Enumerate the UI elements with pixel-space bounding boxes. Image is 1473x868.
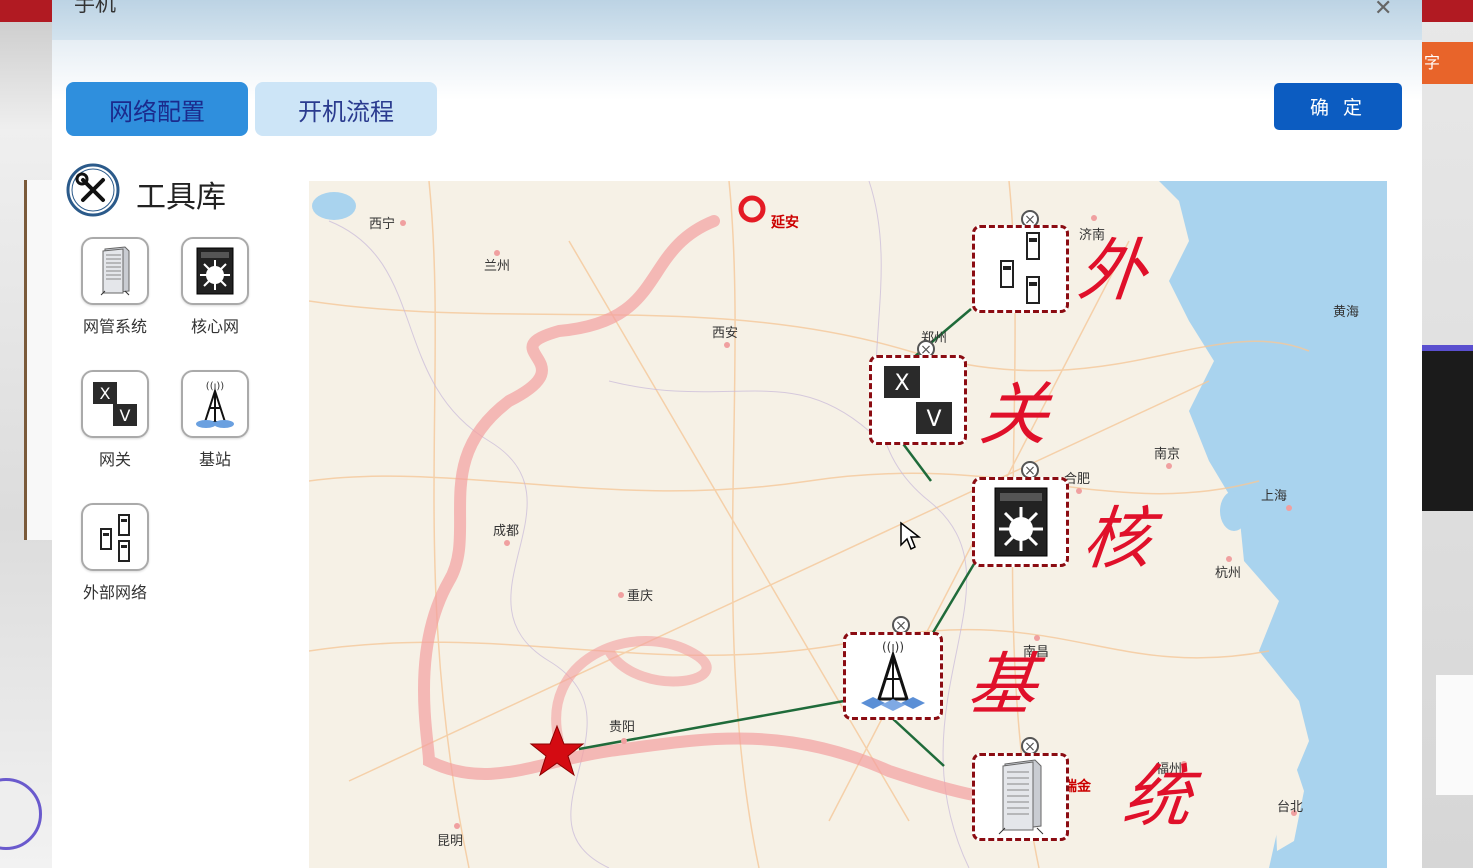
- tab-boot-process[interactable]: 开机流程: [255, 82, 437, 136]
- city-label: 成都: [493, 524, 519, 539]
- city-label: 兰州: [484, 259, 510, 274]
- city-label: 昆明: [437, 834, 463, 849]
- svg-text:X: X: [100, 384, 111, 403]
- city-label: 重庆: [627, 588, 653, 604]
- annotation-base-station: 基: [964, 646, 1041, 725]
- node-external-network[interactable]: [972, 225, 1069, 313]
- tool-network-management[interactable]: 网管系统: [70, 237, 160, 337]
- annotation-gateway: 关: [976, 376, 1053, 455]
- annotation-system: 统: [1119, 758, 1196, 837]
- confirm-button[interactable]: 确 定: [1274, 83, 1402, 130]
- dialog-title: 手机: [74, 0, 116, 16]
- background-banner: [0, 0, 52, 22]
- node-network-management[interactable]: [972, 753, 1069, 841]
- annotation-external: 外: [1074, 232, 1151, 311]
- mouse-cursor-icon: [900, 521, 921, 551]
- annotation-core: 核: [1079, 500, 1156, 579]
- gateway-icon: X V: [884, 366, 952, 434]
- core-network-icon: [181, 237, 249, 305]
- city-label: 延安: [770, 214, 799, 231]
- city-label: 西安: [712, 326, 738, 341]
- svg-text:V: V: [926, 407, 941, 432]
- city-label: 西宁: [369, 216, 395, 232]
- network-config-dialog: 手机 ✕ 网络配置 开机流程 确 定 工具库 网管系统 核心网 X V 网关 (…: [52, 0, 1422, 868]
- node-gateway[interactable]: X V: [869, 355, 967, 445]
- svg-text:V: V: [120, 406, 131, 425]
- server-icon: [998, 759, 1043, 835]
- city-label: 贵阳: [609, 720, 635, 735]
- background-orange-sign: 字: [1422, 42, 1473, 84]
- base-station-icon: ((ı)): [861, 640, 925, 711]
- external-network-icon: [999, 232, 1040, 304]
- city-label: 黄海: [1333, 305, 1359, 320]
- city-label: 台北: [1277, 800, 1303, 815]
- tool-label: 网关: [98, 450, 131, 469]
- tool-gateway[interactable]: X V 网关: [70, 370, 160, 470]
- tool-base-station[interactable]: ((ı)) 基站: [170, 370, 260, 470]
- background-right: 字: [1422, 0, 1473, 868]
- background-screen: [1422, 345, 1473, 511]
- city-label: 上海: [1261, 489, 1287, 504]
- background-banner-right: [1422, 0, 1473, 22]
- tab-network-config[interactable]: 网络配置: [66, 82, 248, 136]
- svg-text:X: X: [894, 371, 909, 396]
- dialog-header: 手机 ✕: [52, 0, 1422, 40]
- close-icon[interactable]: ✕: [1374, 0, 1392, 21]
- tool-label: 网管系统: [82, 317, 147, 336]
- server-icon: [81, 237, 149, 305]
- external-network-icon: [81, 503, 149, 571]
- background-panel: [1436, 675, 1473, 795]
- node-core-network[interactable]: [972, 477, 1069, 567]
- background-left: [0, 0, 55, 868]
- tool-label: 核心网: [190, 317, 239, 336]
- toolbox-title: 工具库: [136, 180, 226, 215]
- core-network-icon: [994, 487, 1047, 557]
- background-door: [24, 180, 55, 540]
- base-station-icon: ((ı)): [181, 370, 249, 438]
- toolbox-icon: [66, 163, 120, 217]
- gateway-icon: X V: [81, 370, 149, 438]
- tool-label: 基站: [198, 450, 231, 469]
- china-map[interactable]: 西宁 兰州 延安 西安 郑州 济南 黄海 合肥 南京 上海 杭州 成都 重庆 贵…: [309, 181, 1387, 868]
- tool-external-network[interactable]: 外部网络: [70, 503, 160, 603]
- tool-core-network[interactable]: 核心网: [170, 237, 260, 337]
- background-disk: [0, 778, 42, 850]
- tool-label: 外部网络: [82, 583, 147, 602]
- city-label: 南京: [1154, 446, 1180, 462]
- node-base-station[interactable]: ((ı)): [843, 632, 943, 720]
- city-label: 杭州: [1215, 566, 1241, 581]
